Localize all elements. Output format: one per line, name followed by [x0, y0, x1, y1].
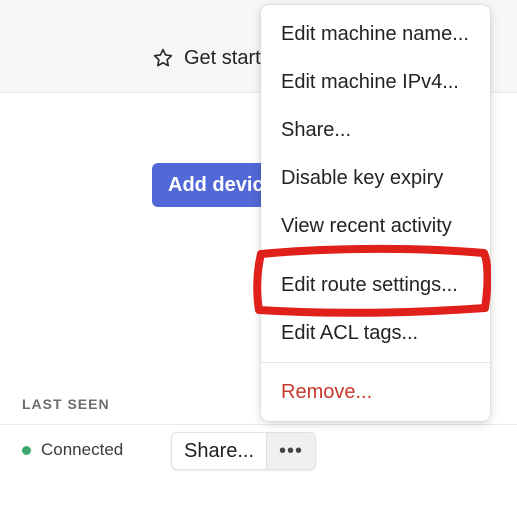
star-icon	[153, 48, 173, 67]
menu-item-share[interactable]: Share...	[281, 116, 351, 144]
connection-status: Connected	[22, 440, 123, 460]
menu-divider	[261, 362, 490, 363]
highlight-annotation	[253, 244, 491, 317]
menu-item-disable-key-expiry[interactable]: Disable key expiry	[281, 164, 443, 192]
status-dot-icon	[22, 445, 31, 455]
status-label: Connected	[41, 440, 124, 459]
row-share-button[interactable]: Share...	[172, 433, 268, 469]
machine-context-menu: Edit machine name... Edit machine IPv4..…	[261, 5, 490, 421]
menu-item-edit-acl-tags[interactable]: Edit ACL tags...	[281, 319, 418, 347]
menu-item-view-recent-activity[interactable]: View recent activity	[281, 212, 452, 240]
menu-item-edit-machine-name[interactable]: Edit machine name...	[281, 20, 469, 48]
menu-item-remove[interactable]: Remove...	[281, 378, 372, 406]
column-header-last-seen: LAST SEEN	[22, 396, 110, 412]
menu-item-edit-machine-ipv4[interactable]: Edit machine IPv4...	[281, 68, 459, 96]
row-actions: Share... •••	[171, 432, 317, 470]
ellipsis-icon[interactable]: •••	[267, 433, 316, 469]
table-divider	[0, 424, 517, 425]
